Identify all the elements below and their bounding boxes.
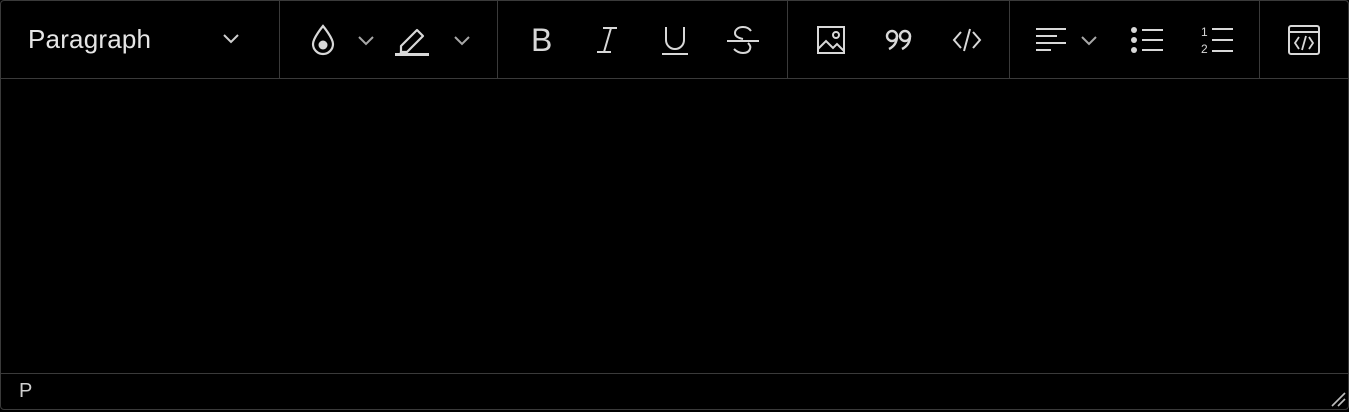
underline-button[interactable]: [640, 1, 710, 78]
numbered-list-icon: 1 2: [1201, 25, 1233, 55]
chevron-down-icon[interactable]: [1072, 1, 1106, 78]
numbered-list-button[interactable]: 1 2: [1182, 1, 1252, 78]
svg-text:2: 2: [1201, 42, 1208, 55]
text-format-group: B: [498, 1, 788, 78]
editor-content-area[interactable]: [1, 79, 1348, 373]
chevron-down-icon[interactable]: [442, 1, 482, 78]
highlight-split-button[interactable]: [392, 1, 482, 78]
insert-image-button[interactable]: [796, 1, 866, 78]
chevron-down-icon[interactable]: [346, 1, 386, 78]
insert-group: [788, 1, 1010, 78]
svg-text:B: B: [531, 24, 552, 56]
align-left-icon[interactable]: [1034, 1, 1068, 78]
editor-statusbar: P: [1, 373, 1348, 409]
code-icon: [952, 28, 982, 51]
source-code-icon: [1288, 24, 1320, 55]
source-group: [1260, 1, 1348, 78]
italic-icon: [597, 26, 617, 53]
chevron-down-icon: [221, 31, 241, 49]
image-icon: [817, 25, 845, 54]
block-format-value: Paragraph: [28, 24, 152, 54]
resize-handle-icon[interactable]: [1328, 389, 1346, 407]
svg-text:1: 1: [1201, 25, 1208, 39]
italic-button[interactable]: [574, 1, 640, 78]
color-group: [280, 1, 498, 78]
blockquote-button[interactable]: [866, 1, 932, 78]
code-button[interactable]: [932, 1, 1002, 78]
bullet-list-button[interactable]: [1112, 1, 1182, 78]
align-split-button[interactable]: [1034, 1, 1106, 78]
block-format-group: Paragraph: [1, 1, 280, 78]
align-list-group: 1 2: [1010, 1, 1260, 78]
quote-icon: [885, 29, 912, 50]
strikethrough-button[interactable]: [710, 1, 776, 78]
underline-icon: [662, 26, 688, 55]
text-color-split-button[interactable]: [308, 1, 386, 78]
source-code-button[interactable]: [1260, 1, 1348, 78]
bullet-list-icon: [1131, 26, 1163, 53]
element-path[interactable]: P: [19, 380, 32, 403]
block-format-select[interactable]: Paragraph: [1, 1, 263, 78]
rich-text-editor: Paragraph B 1 2 P: [0, 0, 1349, 410]
bold-icon: B: [531, 24, 552, 56]
bold-button[interactable]: B: [508, 1, 574, 78]
text-color-drop-icon[interactable]: [308, 1, 338, 78]
strikethrough-icon: [727, 25, 759, 54]
editor-toolbar: Paragraph B 1 2: [1, 1, 1348, 79]
highlighter-icon[interactable]: [392, 1, 432, 78]
